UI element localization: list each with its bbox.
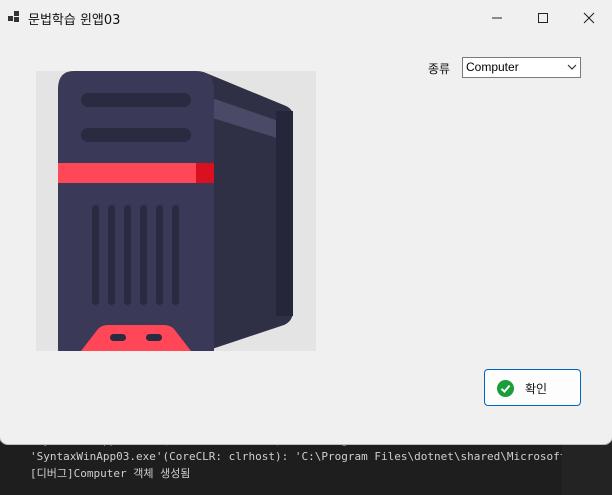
maximize-button[interactable] xyxy=(520,0,566,36)
close-icon xyxy=(583,12,595,24)
computer-image xyxy=(36,71,316,351)
minimize-icon xyxy=(492,17,502,19)
check-circle-icon xyxy=(497,380,514,397)
chevron-down-icon xyxy=(567,64,577,70)
app-grid-icon xyxy=(8,11,20,23)
kind-dropdown-value: Computer xyxy=(466,60,519,74)
console-line: 'SyntaxWinApp03.exe'(CoreCLR: clrhost): … xyxy=(30,450,562,463)
computer-tower-icon xyxy=(58,71,293,351)
console-line: [디버그]Computer 객체 생성됨 xyxy=(30,467,191,480)
kind-dropdown[interactable]: Computer xyxy=(462,57,581,78)
app-window: 문법학습 윈앱03 종류 Computer 확인 xyxy=(0,0,612,444)
minimize-button[interactable] xyxy=(474,0,520,36)
title-bar[interactable]: 문법학습 윈앱03 xyxy=(0,0,612,36)
kind-label: 종류 xyxy=(428,62,451,76)
window-title: 문법학습 윈앱03 xyxy=(28,13,121,28)
confirm-button[interactable]: 확인 xyxy=(484,369,581,406)
maximize-icon xyxy=(538,13,548,23)
confirm-button-label: 확인 xyxy=(525,382,548,396)
close-button[interactable] xyxy=(566,0,612,36)
